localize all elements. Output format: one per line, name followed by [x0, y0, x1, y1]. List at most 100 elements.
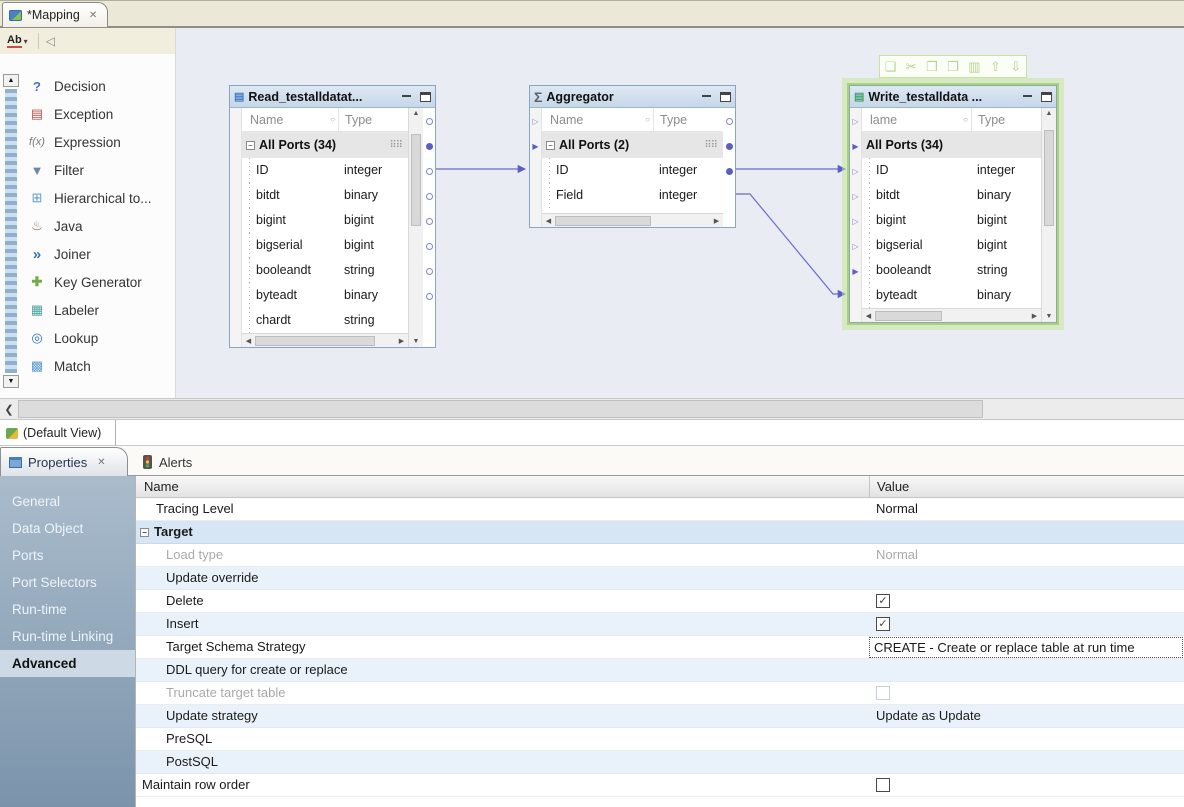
- connector-aggregator-field-to-write[interactable]: [735, 194, 845, 294]
- back-chevron-icon[interactable]: ◁: [46, 34, 55, 48]
- palette-scrollbar[interactable]: ▲ ▼: [3, 74, 19, 388]
- input-port-icon[interactable]: ▷: [852, 217, 858, 226]
- property-row-delete[interactable]: Delete✓: [136, 590, 1184, 613]
- output-port-icon[interactable]: [726, 118, 733, 125]
- scroll-down-icon[interactable]: ▼: [1042, 313, 1056, 320]
- sort-indicator-icon[interactable]: ○: [645, 108, 650, 131]
- scroll-left-icon[interactable]: ◀: [542, 217, 555, 225]
- nav-item-data-object[interactable]: Data Object: [0, 515, 135, 542]
- mapping-canvas[interactable]: ❏✂❐❒▥⇧⇩ ▤Read_testalldatat...Name○Type−A…: [175, 28, 1184, 398]
- property-value[interactable]: [869, 567, 1184, 589]
- insert-checkbox[interactable]: ✓: [876, 617, 890, 631]
- export-icon[interactable]: ⇧: [990, 57, 1001, 77]
- column-header-row[interactable]: Name○Type: [242, 108, 408, 132]
- box-header-read[interactable]: ▤Read_testalldatat...: [230, 86, 435, 108]
- maintain-row-order-checkbox[interactable]: [876, 778, 890, 792]
- maximize-icon[interactable]: [420, 92, 431, 102]
- palette-item-match[interactable]: ▩Match: [28, 352, 152, 380]
- input-port-icon[interactable]: ▷: [852, 167, 858, 176]
- property-row-update-strategy[interactable]: Update strategyUpdate as Update: [136, 705, 1184, 728]
- minimize-icon[interactable]: [702, 95, 711, 98]
- port-row[interactable]: bigintbigint: [862, 208, 1041, 233]
- port-row[interactable]: Fieldinteger: [542, 183, 723, 208]
- port-row[interactable]: byteadtbinary: [862, 283, 1041, 308]
- output-port-icon[interactable]: [426, 243, 433, 250]
- input-port-connected-icon[interactable]: ▶: [532, 142, 538, 151]
- output-port-icon[interactable]: [426, 118, 433, 125]
- port-row[interactable]: IDinteger: [542, 158, 723, 183]
- canvas-scroll-track[interactable]: [18, 399, 1184, 419]
- palette-scroll-track[interactable]: [5, 89, 17, 373]
- box-header-aggregator[interactable]: ΣAggregator: [530, 86, 735, 108]
- nav-item-run-time-linking[interactable]: Run-time Linking: [0, 623, 135, 650]
- close-icon[interactable]: ✕: [97, 457, 105, 468]
- property-value[interactable]: [869, 659, 1184, 681]
- property-value[interactable]: CREATE - Create or replace table at run …: [869, 636, 1184, 658]
- port-row[interactable]: bigserialbigint: [862, 233, 1041, 258]
- port-row[interactable]: bitdtbinary: [862, 183, 1041, 208]
- input-port-icon[interactable]: ▷: [532, 117, 538, 126]
- scroll-down-icon[interactable]: ▼: [3, 375, 19, 388]
- palette-item-hierarchical-to[interactable]: ⊞Hierarchical to...: [28, 184, 152, 212]
- output-port-icon[interactable]: [426, 268, 433, 275]
- default-view-tab[interactable]: (Default View): [0, 420, 116, 446]
- property-row-ddl-query-for-create-or-replace[interactable]: DDL query for create or replace: [136, 659, 1184, 682]
- nav-item-general[interactable]: General: [0, 488, 135, 515]
- output-port-connected-icon[interactable]: [726, 143, 733, 150]
- output-port-connected-icon[interactable]: [426, 143, 433, 150]
- minimize-icon[interactable]: [402, 95, 411, 98]
- input-port-connected-icon[interactable]: ▶: [852, 267, 858, 276]
- mapping-tab[interactable]: *Mapping ✕: [2, 2, 108, 27]
- minimize-icon[interactable]: [1023, 95, 1032, 98]
- input-port-icon[interactable]: ▷: [852, 117, 858, 126]
- drag-handle-icon[interactable]: ⠿⠿: [704, 140, 717, 151]
- port-row[interactable]: bitdtbinary: [242, 183, 408, 208]
- palette-item-expression[interactable]: f(x)Expression: [28, 128, 152, 156]
- nav-item-port-selectors[interactable]: Port Selectors: [0, 569, 135, 596]
- scroll-track[interactable]: [255, 335, 395, 347]
- scroll-thumb[interactable]: [411, 134, 421, 226]
- box-horizontal-scrollbar[interactable]: ◀▶: [242, 333, 408, 347]
- box-vertical-scrollbar[interactable]: ▲▼: [408, 108, 423, 347]
- property-row-load-type[interactable]: Load typeNormal: [136, 544, 1184, 567]
- output-port-connected-icon[interactable]: [726, 168, 733, 175]
- scroll-down-icon[interactable]: ▼: [409, 338, 423, 345]
- property-value[interactable]: [869, 751, 1184, 773]
- column-header-row[interactable]: lame○Type: [862, 108, 1041, 132]
- property-value[interactable]: ✓: [869, 590, 1184, 612]
- property-row-tracing-level[interactable]: Tracing LevelNormal: [136, 498, 1184, 521]
- output-port-icon[interactable]: [426, 168, 433, 175]
- port-row[interactable]: IDinteger: [862, 158, 1041, 183]
- scroll-right-icon[interactable]: ▶: [710, 217, 723, 225]
- scroll-up-icon[interactable]: ▲: [3, 74, 19, 87]
- scroll-right-icon[interactable]: ▶: [1028, 312, 1041, 320]
- property-row-target-schema-strategy[interactable]: Target Schema StrategyCREATE - Create or…: [136, 636, 1184, 659]
- sort-indicator-icon[interactable]: ○: [330, 108, 335, 131]
- cut-icon[interactable]: ✂: [906, 57, 917, 77]
- all-ports-group-row[interactable]: All Ports (34): [862, 132, 1041, 158]
- scroll-left-icon[interactable]: ◀: [862, 312, 875, 320]
- collapse-expander-icon[interactable]: −: [546, 141, 555, 150]
- scroll-thumb[interactable]: [1044, 130, 1054, 226]
- property-value[interactable]: Update as Update: [869, 705, 1184, 727]
- nav-item-ports[interactable]: Ports: [0, 542, 135, 569]
- property-value[interactable]: Normal: [869, 498, 1184, 520]
- tab-alerts[interactable]: Alerts: [134, 449, 216, 476]
- transformation-box-write[interactable]: ▤Write_testalldata ... ▷ ▶ ▷ ▷ ▷ ▷ ▶ lame○TypeAl…: [849, 85, 1057, 323]
- transformation-box-aggregator[interactable]: ΣAggregator▷▶Name○Type−All Ports (2)⠿⠿ID…: [529, 85, 736, 228]
- palette-item-lookup[interactable]: ◎Lookup: [28, 324, 152, 352]
- collapse-expander-icon[interactable]: −: [246, 141, 255, 150]
- sort-indicator-icon[interactable]: ○: [963, 108, 968, 131]
- property-row-truncate-target-table[interactable]: Truncate target table: [136, 682, 1184, 705]
- input-port-icon[interactable]: ▷: [852, 242, 858, 251]
- all-ports-group-row[interactable]: −All Ports (34)⠿⠿: [242, 132, 408, 158]
- palette-item-key-generator[interactable]: ✚Key Generator: [28, 268, 152, 296]
- output-port-icon[interactable]: [426, 293, 433, 300]
- output-port-icon[interactable]: [426, 193, 433, 200]
- scroll-thumb[interactable]: [255, 336, 375, 346]
- box-header-write[interactable]: ▤Write_testalldata ...: [850, 86, 1056, 108]
- scroll-thumb[interactable]: [875, 311, 942, 321]
- scroll-track[interactable]: [555, 215, 710, 227]
- property-value[interactable]: [869, 774, 1184, 796]
- input-port-icon[interactable]: ▷: [852, 192, 858, 201]
